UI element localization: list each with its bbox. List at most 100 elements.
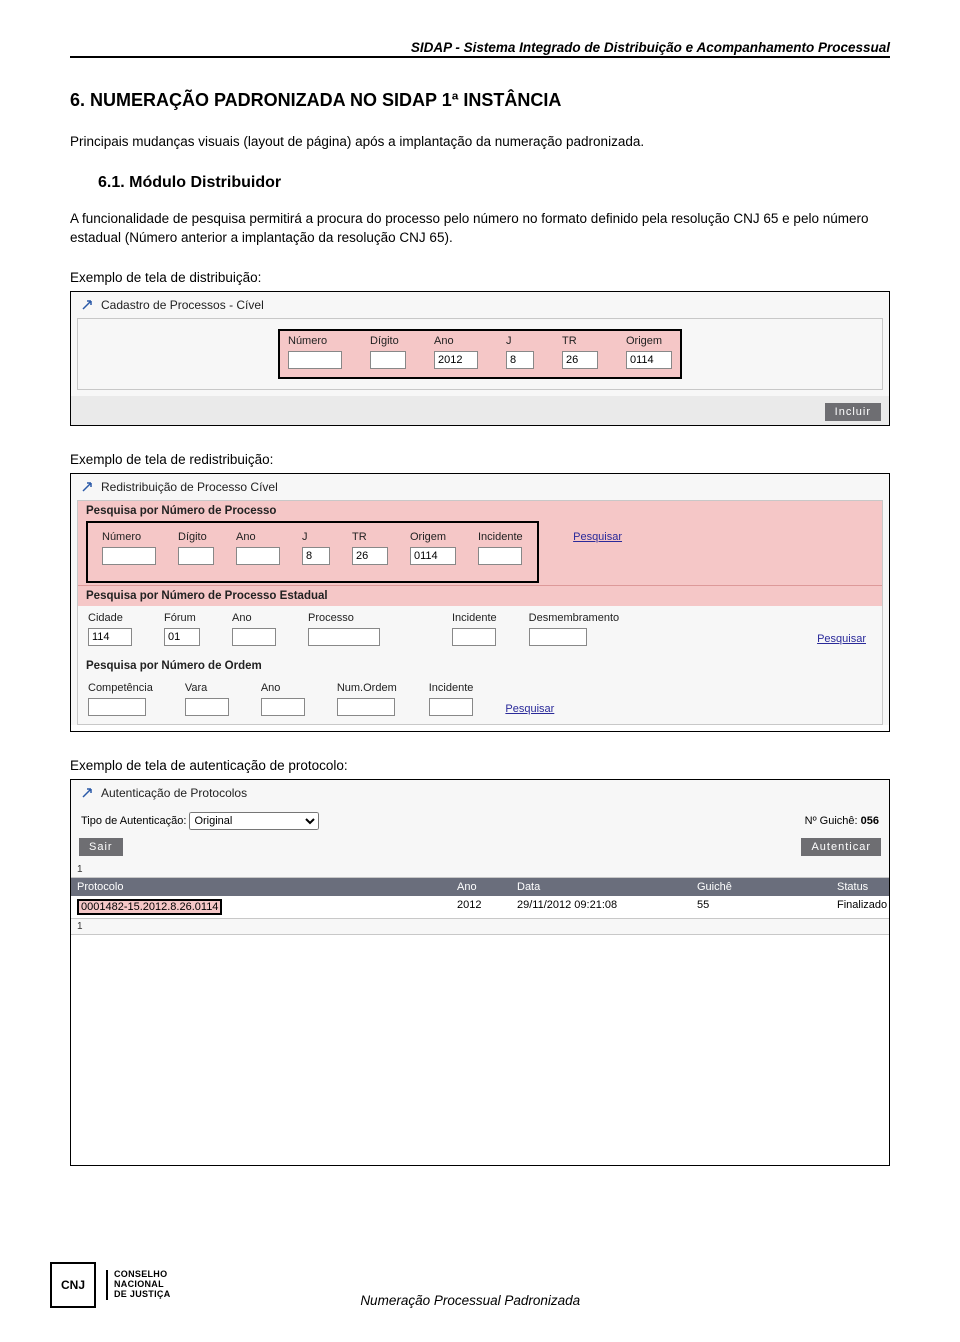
input-numordem[interactable] [337,698,395,716]
lbl-digito: Dígito [370,335,406,347]
input2-numero[interactable] [102,547,156,565]
caption-distribuicao: Exemplo de tela de distribuição: [70,270,890,285]
lbl-tr: TR [562,335,598,347]
input-vara[interactable] [185,698,229,716]
doc-header: SIDAP - Sistema Integrado de Distribuiçã… [70,40,890,58]
panel-redistribuicao: Redistribuição de Processo Cível Pesquis… [70,473,890,732]
cell-ano: 2012 [451,896,511,918]
lbl2-incidente: Incidente [478,531,523,543]
input-ano3[interactable] [261,698,305,716]
page-indicator-top: 1 [71,862,889,878]
input2-tr[interactable] [352,547,388,565]
lbl-vara: Vara [185,682,229,694]
page-indicator-bottom: 1 [71,918,889,935]
panel2-title-bar: Redistribuição de Processo Cível [71,474,889,500]
caption-redistribuicao: Exemplo de tela de redistribuição: [70,452,890,467]
input-numero[interactable] [288,351,342,369]
panel2-title: Redistribuição de Processo Cível [101,480,278,494]
lbl-ano2: Ano [232,612,276,624]
pesq-num-processo-header: Pesquisa por Número de Processo [78,501,882,521]
col-guiche: Guichê [691,878,831,896]
lbl-desmem: Desmembramento [529,612,619,624]
input-origem[interactable] [626,351,672,369]
incluir-button[interactable]: Incluir [825,403,881,421]
blank-area [71,935,889,1165]
pesquisar-link-2[interactable]: Pesquisar [817,633,866,646]
col-protocolo: Protocolo [71,878,451,896]
input-j[interactable] [506,351,534,369]
input-ano2[interactable] [232,628,276,646]
lbl-numordem: Num.Ordem [337,682,397,694]
lbl-comp: Competência [88,682,153,694]
cell-data: 29/11/2012 09:21:08 [511,896,691,918]
input-ano[interactable] [434,351,478,369]
lbl-ano: Ano [434,335,478,347]
lbl2-origem: Origem [410,531,456,543]
col-status: Status [831,878,889,896]
lbl-cidade: Cidade [88,612,132,624]
sair-button[interactable]: Sair [79,838,123,856]
input2-j[interactable] [302,547,330,565]
panel1-title-bar: Cadastro de Processos - Cível [71,292,889,318]
pesq-num-ordem-header: Pesquisa por Número de Ordem [78,656,882,676]
input2-origem[interactable] [410,547,456,565]
panel1-title: Cadastro de Processos - Cível [101,298,264,312]
page-footer: CNJ CONSELHO NACIONAL DE JUSTIÇA Numeraç… [0,1252,960,1338]
lbl-forum: Fórum [164,612,200,624]
guiche-label: Nº Guichê: [805,815,858,827]
input-incidente3[interactable] [429,698,473,716]
lbl-processo: Processo [308,612,380,624]
panel-autenticacao: Autenticação de Protocolos Tipo de Auten… [70,779,890,1166]
lbl-j: J [506,335,534,347]
section-heading: 6. NUMERAÇÃO PADRONIZADA NO SIDAP 1ª INS… [70,90,890,111]
panel3-title-bar: Autenticação de Protocolos [71,780,889,806]
tipo-autenticacao-label: Tipo de Autenticação: [81,815,186,827]
input-desmem[interactable] [529,628,587,646]
input-tr[interactable] [562,351,598,369]
lbl-numero: Número [288,335,342,347]
lbl2-numero: Número [102,531,156,543]
input2-ano[interactable] [236,547,280,565]
panel3-title: Autenticação de Protocolos [101,786,247,800]
lbl-incidente3: Incidente [429,682,474,694]
input-incidente2[interactable] [452,628,496,646]
autenticar-button[interactable]: Autenticar [801,838,881,856]
expand-icon [81,299,93,311]
col-ano: Ano [451,878,511,896]
panel-cadastro-processos: Cadastro de Processos - Cível Número Díg… [70,291,890,426]
subsection-text: A funcionalidade de pesquisa permitirá a… [70,210,890,248]
lbl-incidente2: Incidente [452,612,497,624]
processo-cnj-highlight: Número Dígito Ano J TR Origem [278,329,682,379]
cell-status: Finalizado [831,896,893,918]
input2-incidente[interactable] [478,547,522,565]
expand-icon [81,787,93,799]
lbl2-digito: Dígito [178,531,214,543]
expand-icon [81,481,93,493]
logo-line3: DE JUSTIÇA [114,1290,171,1300]
table-row[interactable]: 0001482-15.2012.8.26.0114 2012 29/11/201… [71,896,889,918]
input-digito[interactable] [370,351,406,369]
input-cidade[interactable] [88,628,132,646]
lbl2-j: J [302,531,330,543]
footer-title: Numeração Processual Padronizada [171,1293,770,1308]
cell-guiche: 55 [691,896,831,918]
guiche-value: 056 [861,815,879,827]
input-processo[interactable] [308,628,380,646]
cnj-logo-mark: CNJ [50,1262,96,1308]
input2-digito[interactable] [178,547,214,565]
lbl-ano3: Ano [261,682,305,694]
col-data: Data [511,878,691,896]
pesquisar-link-3[interactable]: Pesquisar [505,703,554,716]
pesquisar-link-1[interactable]: Pesquisar [573,531,622,544]
lbl2-ano: Ano [236,531,280,543]
lbl-origem: Origem [626,335,672,347]
processo-cnj-highlight-2: Número Dígito Ano J TR Origem Incidente [86,521,539,583]
protocolo-highlight: 0001482-15.2012.8.26.0114 [77,899,222,915]
lbl2-tr: TR [352,531,388,543]
subsection-heading: 6.1. Módulo Distribuidor [98,174,890,192]
input-forum[interactable] [164,628,200,646]
input-comp[interactable] [88,698,146,716]
protocolo-table-header: Protocolo Ano Data Guichê Status [71,878,889,896]
tipo-autenticacao-select[interactable]: Original [189,812,319,830]
section-intro: Principais mudanças visuais (layout de p… [70,133,890,152]
